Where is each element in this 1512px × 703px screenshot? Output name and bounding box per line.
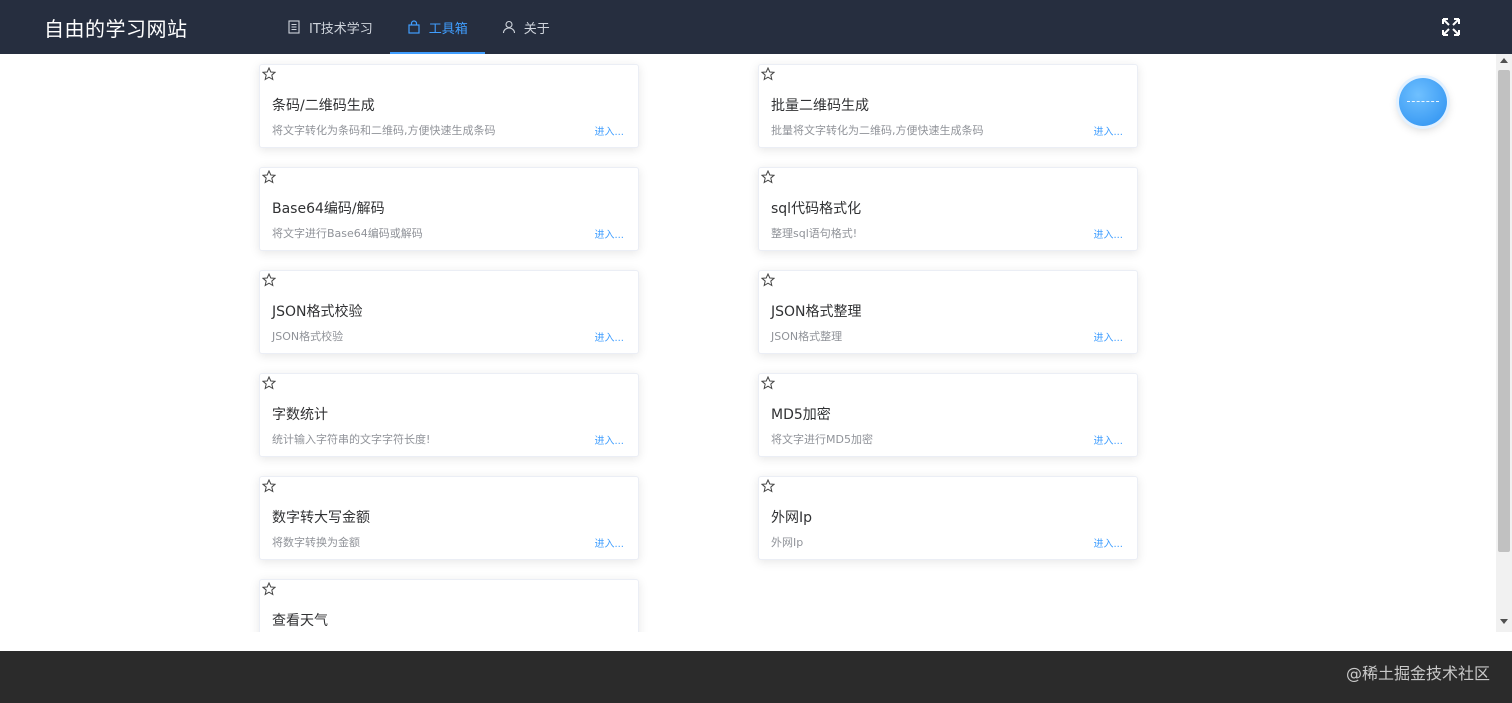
tool-description: 统计输入字符串的文字字符长度! <box>272 433 431 446</box>
expand-icon[interactable] <box>1441 17 1461 37</box>
footer: @稀土掘金技术社区 <box>0 651 1512 703</box>
enter-link[interactable]: 进入... <box>1093 432 1123 447</box>
tool-title: 字数统计 <box>272 407 328 423</box>
enter-link[interactable]: 进入... <box>594 226 624 241</box>
nav-item-about[interactable]: 关于 <box>485 0 567 54</box>
star-icon[interactable] <box>761 479 775 493</box>
tool-card-batch-qrcode[interactable]: 批量二维码生成 批量将文字转化为二维码,方便快速生成条码 进入... <box>758 64 1138 148</box>
enter-link[interactable]: 进入... <box>1093 123 1123 138</box>
star-icon[interactable] <box>262 479 276 493</box>
tool-title: MD5加密 <box>771 407 831 423</box>
nav-item-label: IT技术学习 <box>309 21 373 37</box>
tool-card-weather[interactable]: 查看天气 <box>259 579 639 632</box>
tool-title: sql代码格式化 <box>771 201 862 217</box>
tool-description: 将文字进行MD5加密 <box>771 433 873 446</box>
tool-card-md5[interactable]: MD5加密 将文字进行MD5加密 进入... <box>758 373 1138 457</box>
footer-watermark: @稀土掘金技术社区 <box>1345 664 1490 683</box>
tool-title: 外网Ip <box>771 510 813 526</box>
nav-item-toolbox[interactable]: 工具箱 <box>389 0 485 54</box>
scroll-up-icon[interactable] <box>1500 58 1508 63</box>
enter-link[interactable]: 进入... <box>1093 226 1123 241</box>
tool-description: JSON格式校验 <box>272 330 344 343</box>
tool-description: 批量将文字转化为二维码,方便快速生成条码 <box>771 124 984 137</box>
star-icon[interactable] <box>262 376 276 390</box>
site-title[interactable]: 自由的学习网站 <box>44 13 188 42</box>
tool-card-barcode[interactable]: 条码/二维码生成 将文字转化为条码和二维码,方便快速生成条码 进入... <box>259 64 639 148</box>
star-icon[interactable] <box>761 170 775 184</box>
star-icon[interactable] <box>262 273 276 287</box>
tool-card-json-format[interactable]: JSON格式整理 JSON格式整理 进入... <box>758 270 1138 354</box>
star-icon[interactable] <box>761 273 775 287</box>
tool-title: JSON格式整理 <box>771 304 862 320</box>
tool-list: 条码/二维码生成 将文字转化为条码和二维码,方便快速生成条码 进入... 批量二… <box>0 54 1496 632</box>
tool-description: 将数字转换为金额 <box>272 536 360 549</box>
tool-description: JSON格式整理 <box>771 330 843 343</box>
scroll-down-icon[interactable] <box>1500 619 1508 624</box>
tool-description: 将文字进行Base64编码或解码 <box>272 227 423 240</box>
tool-card-word-count[interactable]: 字数统计 统计输入字符串的文字字符长度! 进入... <box>259 373 639 457</box>
tool-title: 条码/二维码生成 <box>272 98 375 114</box>
user-icon <box>502 20 515 34</box>
tool-title: Base64编码/解码 <box>272 201 385 217</box>
main-nav: IT技术学习 工具箱 关于 <box>270 0 567 54</box>
nav-item-label: 关于 <box>523 21 550 37</box>
tool-title: 批量二维码生成 <box>771 98 869 114</box>
tool-title: 查看天气 <box>272 613 328 629</box>
nav-item-it-learning[interactable]: IT技术学习 <box>270 0 390 54</box>
floating-action-button[interactable] <box>1399 78 1447 126</box>
enter-link[interactable]: 进入... <box>594 123 624 138</box>
tool-card-sql-format[interactable]: sql代码格式化 整理sql语句格式! 进入... <box>758 167 1138 251</box>
star-icon[interactable] <box>262 582 276 596</box>
star-icon[interactable] <box>262 170 276 184</box>
tool-title: JSON格式校验 <box>272 304 363 320</box>
dash-icon <box>1407 101 1439 102</box>
tool-card-number-to-amount[interactable]: 数字转大写金额 将数字转换为金额 进入... <box>259 476 639 560</box>
nav-item-label: 工具箱 <box>428 21 468 37</box>
top-navbar: 自由的学习网站 IT技术学习 工具箱 关于 <box>0 0 1512 54</box>
star-icon[interactable] <box>761 67 775 81</box>
bag-icon <box>408 20 420 34</box>
tool-card-json-validate[interactable]: JSON格式校验 JSON格式校验 进入... <box>259 270 639 354</box>
scroll-thumb[interactable] <box>1498 70 1510 552</box>
enter-link[interactable]: 进入... <box>594 535 624 550</box>
tool-description: 整理sql语句格式! <box>771 227 858 240</box>
star-icon[interactable] <box>262 67 276 81</box>
tool-card-base64[interactable]: Base64编码/解码 将文字进行Base64编码或解码 进入... <box>259 167 639 251</box>
tool-description: 外网Ip <box>771 536 804 549</box>
enter-link[interactable]: 进入... <box>1093 535 1123 550</box>
enter-link[interactable]: 进入... <box>594 329 624 344</box>
star-icon[interactable] <box>761 376 775 390</box>
tool-card-public-ip[interactable]: 外网Ip 外网Ip 进入... <box>758 476 1138 560</box>
enter-link[interactable]: 进入... <box>1093 329 1123 344</box>
vertical-scrollbar[interactable] <box>1496 54 1512 632</box>
tool-title: 数字转大写金额 <box>272 510 370 526</box>
document-icon <box>288 20 300 34</box>
tool-description: 将文字转化为条码和二维码,方便快速生成条码 <box>272 124 496 137</box>
enter-link[interactable]: 进入... <box>594 432 624 447</box>
